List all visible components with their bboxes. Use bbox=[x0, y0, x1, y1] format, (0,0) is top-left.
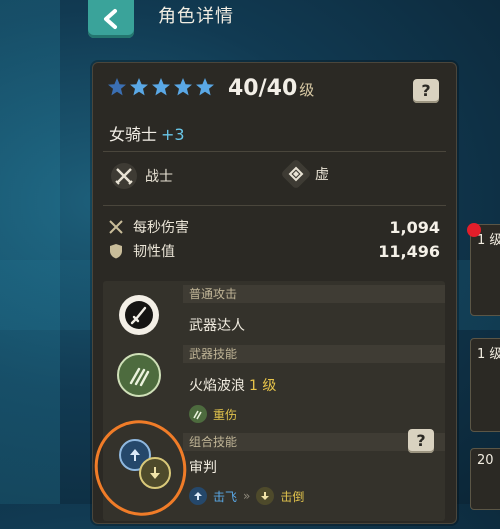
divider bbox=[103, 151, 446, 152]
stat-label: 韧性值 bbox=[133, 244, 175, 260]
void-element-icon bbox=[280, 158, 312, 190]
flame-wave-icon bbox=[117, 353, 161, 397]
star-icon bbox=[196, 78, 214, 96]
level-current: 40 bbox=[228, 76, 259, 101]
skill-header: 普通攻击 bbox=[183, 285, 445, 303]
stat-label: 每秒伤害 bbox=[133, 220, 189, 236]
skill-normal[interactable] bbox=[109, 285, 169, 345]
skill-name: 审判 bbox=[189, 460, 217, 476]
notification-dot bbox=[467, 223, 481, 237]
chain-arrows: » bbox=[243, 489, 251, 503]
crossed-swords-icon bbox=[111, 163, 137, 189]
side-hero-card[interactable]: 1 级 bbox=[470, 224, 500, 316]
combo-help-button[interactable]: ? bbox=[408, 429, 434, 453]
page-title: 角色详情 bbox=[158, 6, 234, 27]
sword-stat-icon bbox=[109, 220, 123, 234]
level-unit: 级 bbox=[299, 81, 315, 99]
effect-label: 击飞 bbox=[213, 489, 238, 504]
side-hero-card[interactable]: 20 bbox=[470, 448, 500, 510]
star-rating bbox=[107, 77, 215, 97]
hero-bonus: +3 bbox=[161, 125, 185, 144]
hero-name-row: 女骑士 +3 bbox=[109, 121, 185, 145]
element-tag: 虚 bbox=[280, 158, 329, 190]
skill-name: 武器达人 bbox=[189, 318, 245, 334]
stat-dps: 每秒伤害 1,094 bbox=[107, 217, 440, 237]
skill-name: 火焰波浪 bbox=[189, 378, 245, 394]
side-card-level: 1 级 bbox=[477, 347, 500, 362]
sword-skill-icon bbox=[119, 295, 159, 335]
shield-stat-icon bbox=[110, 244, 122, 259]
hero-level: 40/40 级 bbox=[228, 76, 314, 101]
hero-name: 女骑士 bbox=[109, 125, 158, 144]
effect-label: 击倒 bbox=[280, 489, 305, 504]
stat-toughness: 韧性值 11,496 bbox=[107, 241, 440, 261]
back-button[interactable] bbox=[88, 0, 134, 38]
level-max: 40 bbox=[266, 76, 298, 101]
help-button[interactable]: ? bbox=[413, 79, 439, 103]
class-tag: 战士 bbox=[111, 163, 173, 189]
star-icon bbox=[108, 78, 126, 96]
level-separator: / bbox=[258, 76, 267, 101]
skill-name-row: 火焰波浪 1 级 bbox=[189, 375, 276, 395]
class-label: 战士 bbox=[145, 169, 173, 185]
side-hero-card[interactable]: 1 级 bbox=[470, 338, 500, 432]
stat-value: 11,496 bbox=[378, 241, 440, 261]
skill-header: 组合技能 bbox=[183, 433, 445, 451]
skill-header: 武器技能 bbox=[183, 345, 445, 363]
stat-value: 1,094 bbox=[389, 217, 440, 237]
star-icon bbox=[174, 78, 192, 96]
divider bbox=[103, 205, 446, 206]
skill-effect: 重伤 bbox=[189, 405, 237, 423]
element-label: 虚 bbox=[315, 167, 329, 183]
effect-label: 重伤 bbox=[213, 407, 238, 422]
knockdown-icon bbox=[256, 487, 275, 505]
star-icon bbox=[130, 78, 148, 96]
skill-effects: 击飞 » 击倒 bbox=[189, 487, 304, 505]
wound-effect-icon bbox=[189, 405, 207, 423]
skill-level: 1 级 bbox=[249, 378, 277, 394]
star-icon bbox=[152, 78, 170, 96]
skill-weapon[interactable] bbox=[109, 345, 169, 405]
chevron-left-icon bbox=[104, 9, 117, 29]
side-card-level: 20 bbox=[477, 453, 494, 468]
knockup-icon bbox=[189, 487, 207, 505]
